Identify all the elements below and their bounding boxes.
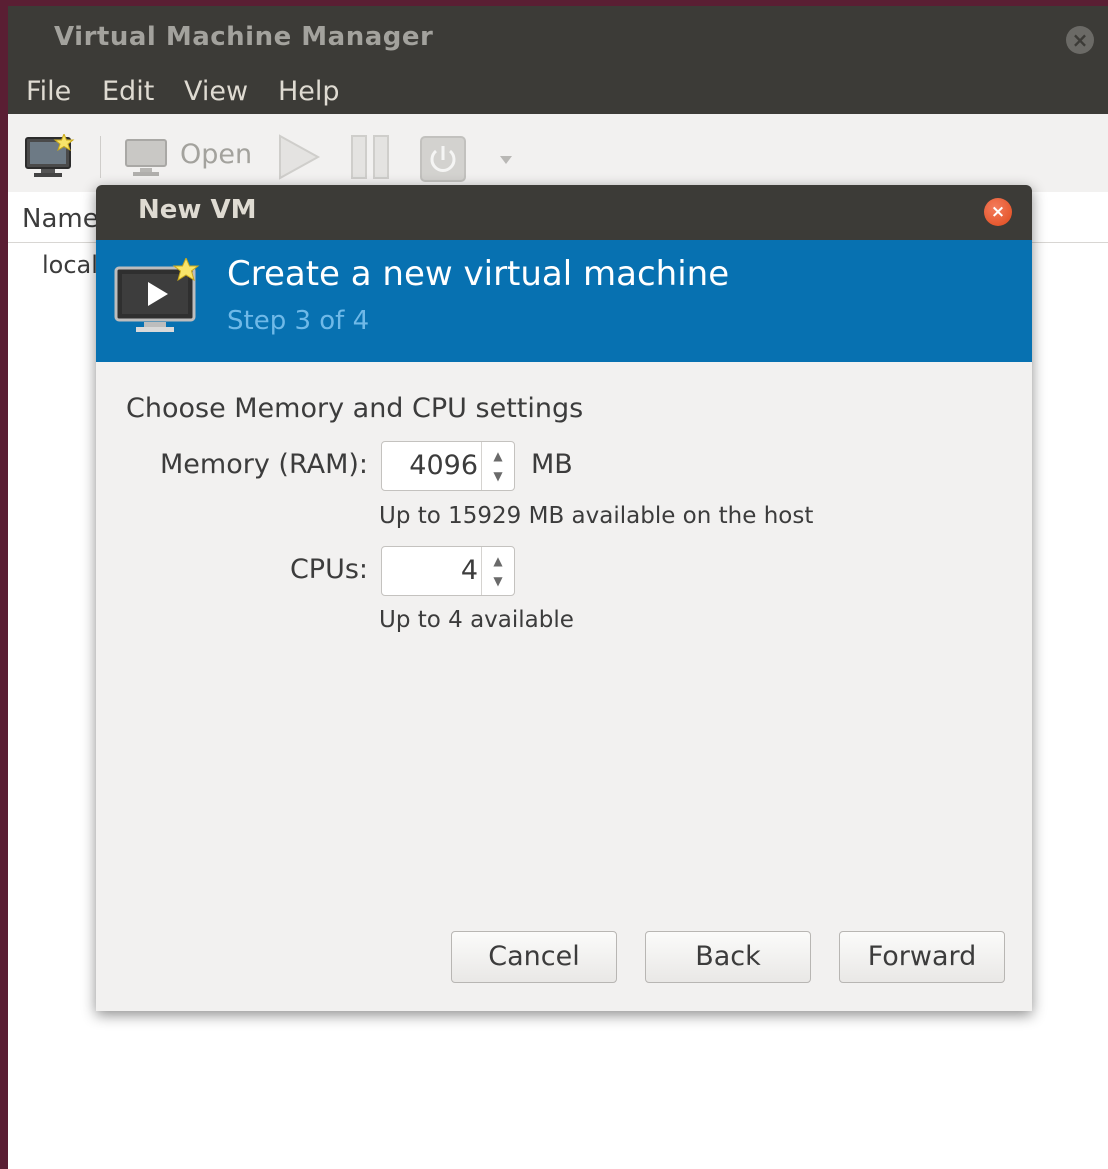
cancel-button[interactable]: Cancel	[451, 931, 617, 983]
menu-edit[interactable]: Edit	[102, 76, 154, 107]
open-label: Open	[180, 139, 253, 170]
pause-button[interactable]	[350, 134, 392, 180]
dialog-close-button[interactable]: ×	[984, 198, 1012, 226]
chevron-down-icon	[500, 156, 512, 164]
power-icon	[420, 136, 466, 182]
cpus-decrement-button[interactable]: ▼	[482, 569, 514, 593]
chevron-down-icon: ▼	[493, 574, 503, 588]
new-vm-icon	[25, 132, 75, 177]
memory-decrement-button[interactable]: ▼	[482, 464, 514, 488]
shutdown-menu-button[interactable]	[496, 152, 516, 166]
dialog-banner: Create a new virtual machine Step 3 of 4	[96, 240, 1032, 362]
cpus-hint: Up to 4 available	[379, 607, 574, 633]
memory-stepper-buttons: ▲ ▼	[481, 442, 514, 490]
window-titlebar: Virtual Machine Manager ×	[8, 6, 1108, 68]
menu-bar: File Edit View Help	[8, 68, 1108, 114]
memory-value[interactable]: 4096	[382, 442, 478, 490]
cpus-stepper[interactable]: 4 ▲ ▼	[381, 546, 515, 596]
shutdown-button[interactable]	[420, 136, 466, 182]
column-header-name[interactable]: Name	[22, 204, 99, 234]
memory-stepper[interactable]: 4096 ▲ ▼	[381, 441, 515, 491]
window-title: Virtual Machine Manager	[54, 22, 434, 52]
toolbar-separator	[100, 136, 101, 178]
menu-help[interactable]: Help	[278, 76, 340, 107]
new-vm-button[interactable]	[24, 132, 76, 180]
close-icon: ×	[990, 202, 1006, 222]
new-vm-dialog: New VM × Create a new virtual machine St…	[96, 185, 1032, 1011]
memory-unit: MB	[531, 449, 573, 480]
menu-view[interactable]: View	[184, 76, 248, 107]
memory-hint: Up to 15929 MB available on the host	[379, 503, 814, 529]
chevron-up-icon: ▲	[493, 554, 503, 568]
cpus-label: CPUs:	[289, 554, 368, 585]
new-vm-icon	[114, 256, 204, 338]
menu-file[interactable]: File	[26, 76, 71, 107]
window-close-button[interactable]: ×	[1066, 26, 1094, 54]
run-button[interactable]	[276, 134, 322, 180]
back-button[interactable]: Back	[645, 931, 811, 983]
memory-label: Memory (RAM):	[160, 449, 368, 480]
forward-button[interactable]: Forward	[839, 931, 1005, 983]
dialog-titlebar: New VM ×	[96, 185, 1032, 240]
dialog-title: New VM	[138, 195, 257, 225]
chevron-up-icon: ▲	[493, 449, 503, 463]
cpus-stepper-buttons: ▲ ▼	[481, 547, 514, 595]
cpus-value[interactable]: 4	[382, 547, 478, 595]
toolbar: Open	[8, 114, 1108, 192]
pause-icon	[351, 135, 389, 179]
monitor-icon	[125, 139, 167, 176]
section-title: Choose Memory and CPU settings	[126, 393, 584, 424]
close-icon: ×	[1071, 28, 1089, 52]
play-icon	[279, 134, 321, 180]
chevron-down-icon: ▼	[493, 469, 503, 483]
banner-title: Create a new virtual machine	[227, 254, 730, 294]
step-indicator: Step 3 of 4	[227, 306, 370, 336]
